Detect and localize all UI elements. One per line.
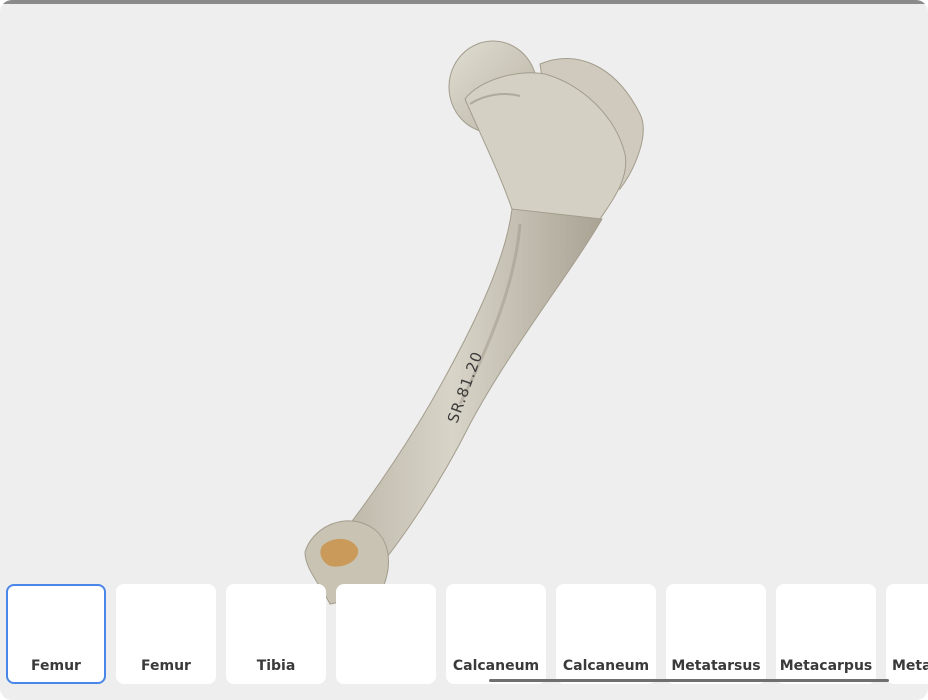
thumbnail-meta-partial[interactable]: Meta: [886, 584, 928, 684]
thumbnail-calcaneum-1[interactable]: Calcaneum: [446, 584, 546, 684]
thumbnail-label: Tibia: [256, 658, 296, 674]
thumbnail-femur-2[interactable]: Femur: [116, 584, 216, 684]
thumbnail-femur-1[interactable]: Femur: [6, 584, 106, 684]
thumbnail-tibia[interactable]: Tibia: [226, 584, 326, 684]
thumbnail-metacarpus[interactable]: Metacarpus: [776, 584, 876, 684]
thumbnail-label: Femur: [141, 658, 191, 674]
model-viewer[interactable]: SR.81.20 Femur Femur Tibia Calcaneum Cal…: [0, 0, 928, 700]
thumbnail-label: Metatarsus: [671, 658, 761, 674]
thumbnail-label: Calcaneum: [452, 658, 540, 674]
thumbnail-label: Metacarpus: [779, 658, 873, 674]
thumbnail-label: Meta: [892, 658, 928, 674]
thumbnail-label: Femur: [31, 658, 81, 674]
horizontal-scrollbar[interactable]: [489, 679, 889, 682]
thumbnail-unlabeled[interactable]: [336, 584, 436, 684]
thumbnail-calcaneum-2[interactable]: Calcaneum: [556, 584, 656, 684]
thumbnail-label: Calcaneum: [562, 658, 650, 674]
thumbnail-metatarsus[interactable]: Metatarsus: [666, 584, 766, 684]
thumbnail-strip[interactable]: Femur Femur Tibia Calcaneum Calcaneum Me…: [0, 584, 928, 686]
